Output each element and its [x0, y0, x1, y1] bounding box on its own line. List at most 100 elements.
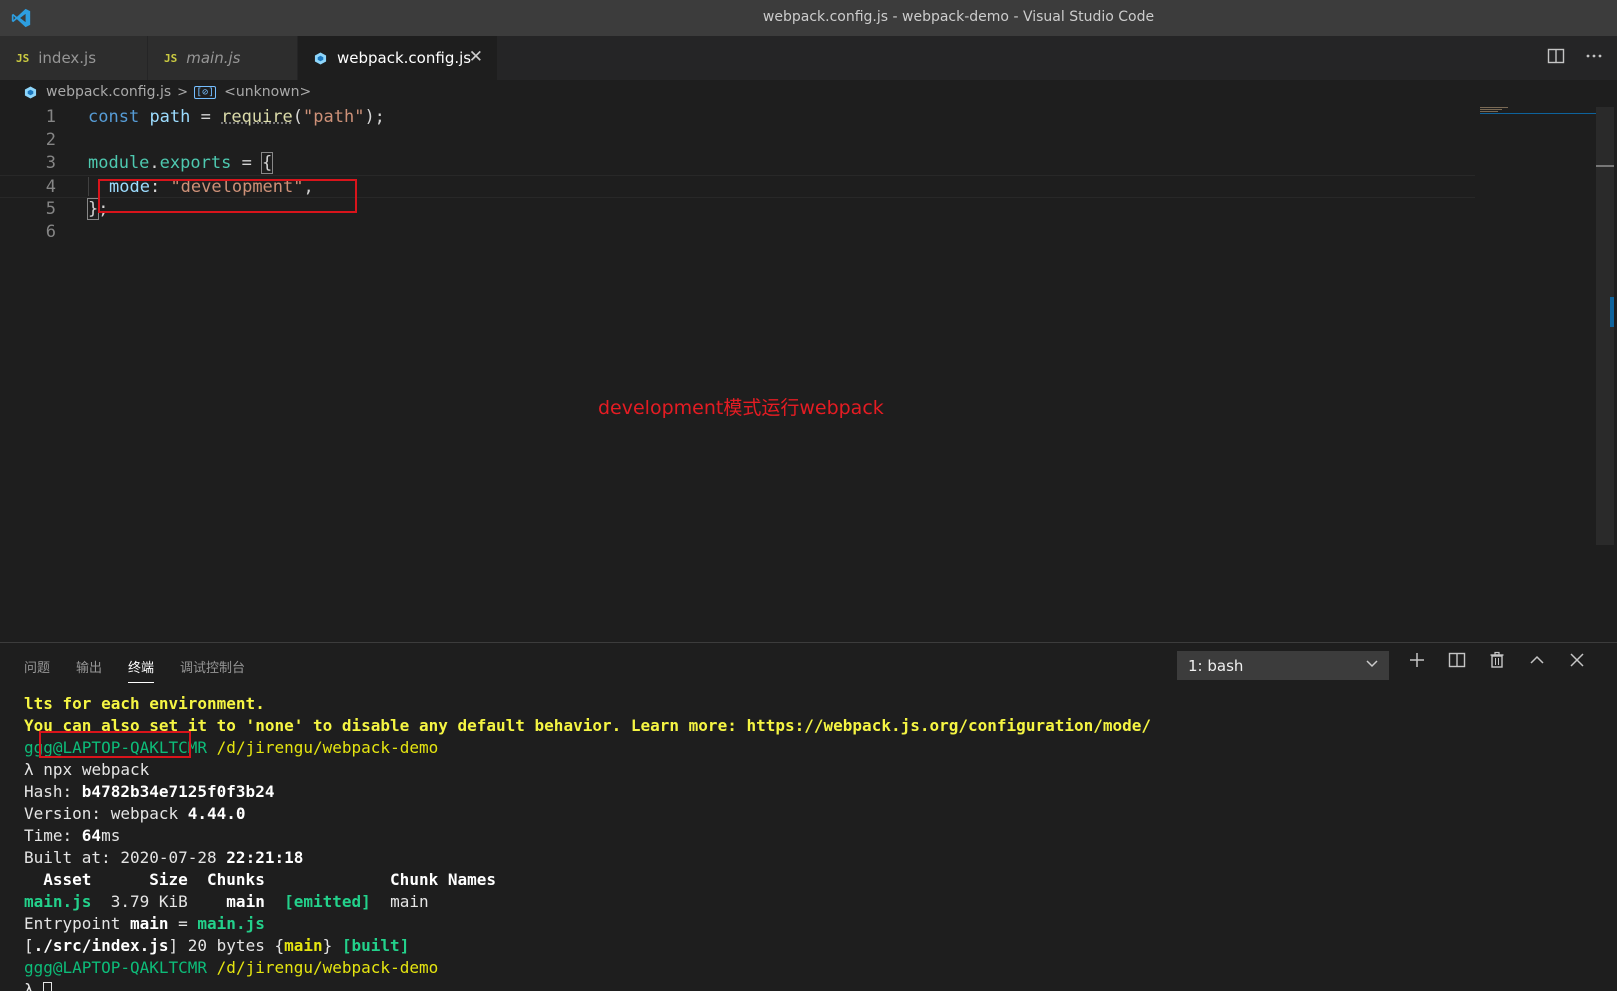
token: ( [293, 107, 303, 127]
close-icon[interactable]: ✕ [469, 47, 483, 67]
terminal-text: b4782b34e7125f0f3b24 [82, 782, 275, 801]
minimap-viewport [1480, 113, 1600, 114]
editor-actions [1547, 36, 1603, 80]
plus-icon[interactable] [1408, 651, 1426, 674]
token: "path" [303, 107, 364, 127]
terminal-text: } [323, 936, 342, 955]
terminal-text: ./src/index.js [34, 936, 169, 955]
tab-problems[interactable]: 问题 [24, 657, 50, 683]
terminal-text: main [226, 892, 265, 911]
terminal-line: lts for each environment. [24, 694, 265, 713]
tab-index-js[interactable]: JS index.js [0, 36, 148, 80]
chevron-down-icon [1365, 656, 1379, 674]
breadcrumb-file[interactable]: webpack.config.js [46, 84, 171, 100]
token: = [231, 153, 262, 173]
terminal-text: [ [24, 936, 34, 955]
indent-guide [88, 177, 89, 196]
annotation-box-command [39, 731, 191, 758]
window-title: webpack.config.js - webpack-demo - Visua… [0, 9, 1617, 25]
code-line: 1 const path = require("path"); [0, 106, 1475, 129]
token: { [262, 153, 272, 173]
symbol-variable-icon: [⊘] [194, 86, 216, 99]
token: } [88, 199, 98, 219]
annotation-text: development模式运行webpack [598, 393, 884, 420]
bottom-panel: 问题 输出 终端 调试控制台 1: bash lts for each envi… [0, 642, 1617, 991]
panel-actions [1408, 651, 1586, 674]
breadcrumb: webpack.config.js > [⊘] <unknown> [0, 80, 1617, 104]
terminal-text: main [371, 892, 429, 911]
terminal-text: [emitted] [265, 892, 371, 911]
terminal-text: 64 [82, 826, 101, 845]
terminal-text: Built at: 2020-07-28 [24, 848, 226, 867]
tab-webpack-config-js[interactable]: webpack.config.js ✕ [298, 36, 498, 80]
terminal-text: [built] [342, 936, 409, 955]
more-actions-icon[interactable] [1585, 47, 1603, 70]
split-editor-icon[interactable] [1547, 47, 1565, 70]
editor-scrollbar[interactable] [1596, 107, 1614, 545]
js-icon: JS [16, 52, 29, 65]
scrollbar-mark [1596, 165, 1614, 167]
terminal-text: ms [101, 826, 120, 845]
tab-main-js[interactable]: JS main.js [148, 36, 298, 80]
token: = [190, 107, 221, 127]
panel-tabs: 问题 输出 终端 调试控制台 [24, 657, 245, 683]
terminal-text: 4.44.0 [188, 804, 246, 823]
token: require [221, 107, 293, 127]
terminal-select[interactable]: 1: bash [1177, 651, 1389, 680]
terminal-text: Hash: [24, 782, 82, 801]
code-line: 3 module.exports = { [0, 152, 1475, 175]
token: path [149, 107, 190, 127]
tab-output[interactable]: 输出 [76, 657, 102, 683]
token: const [88, 107, 139, 127]
token: ); [364, 107, 384, 127]
tab-terminal[interactable]: 终端 [128, 657, 154, 683]
terminal-text: main.js [24, 892, 91, 911]
chevron-right-icon: > [177, 85, 188, 100]
tab-label: main.js [186, 49, 240, 67]
line-number: 2 [0, 129, 56, 152]
terminal-line: You can also set it to 'none' to disable… [24, 716, 1151, 735]
prompt-user: ggg@LAPTOP-QAKLTCMR [24, 958, 207, 977]
terminal-command: npx webpack [43, 760, 149, 779]
line-number: 4 [0, 176, 56, 199]
terminal-text: 22:21:18 [226, 848, 303, 867]
terminal-text: main [130, 914, 169, 933]
js-icon: JS [164, 52, 177, 65]
line-number: 3 [0, 152, 56, 175]
terminal-table-header: Asset Size Chunks Chunk Names [24, 870, 496, 889]
terminal-text: ] 20 bytes { [169, 936, 285, 955]
line-number: 5 [0, 198, 56, 221]
code-line: 2 [0, 129, 1475, 152]
scrollbar-overview-marker [1610, 297, 1614, 327]
webpack-config-icon [314, 52, 327, 65]
tab-debug-console[interactable]: 调试控制台 [180, 657, 245, 683]
webpack-config-icon [24, 86, 37, 99]
prompt-path: /d/jirengu/webpack-demo [217, 738, 439, 757]
line-number: 6 [0, 221, 56, 244]
title-bar: webpack.config.js - webpack-demo - Visua… [0, 0, 1617, 36]
prompt-symbol: λ [24, 760, 34, 779]
terminal-text: Version: webpack [24, 804, 188, 823]
tab-label: index.js [38, 49, 96, 67]
prompt-path: /d/jirengu/webpack-demo [217, 958, 439, 977]
token: module [88, 153, 149, 173]
annotation-box-mode [98, 179, 357, 213]
tab-label: webpack.config.js [337, 49, 471, 67]
terminal-text: 3.79 KiB [91, 892, 226, 911]
terminal-output[interactable]: lts for each environment. You can also s… [24, 693, 1151, 991]
terminal-text: = [169, 914, 198, 933]
prompt-symbol: λ [24, 980, 34, 991]
chevron-up-icon[interactable] [1528, 651, 1546, 674]
terminal-text: Entrypoint [24, 914, 130, 933]
trash-icon[interactable] [1488, 651, 1506, 674]
terminal-select-value: 1: bash [1188, 657, 1243, 675]
editor-tab-bar: JS index.js JS main.js webpack.config.js… [0, 36, 1617, 80]
terminal-text: Time: [24, 826, 82, 845]
line-number: 1 [0, 106, 56, 129]
close-icon[interactable] [1568, 651, 1586, 674]
token: exports [160, 153, 232, 173]
breadcrumb-symbol[interactable]: <unknown> [224, 84, 311, 100]
terminal-cursor [43, 982, 52, 991]
token: . [149, 153, 159, 173]
split-icon[interactable] [1448, 651, 1466, 674]
